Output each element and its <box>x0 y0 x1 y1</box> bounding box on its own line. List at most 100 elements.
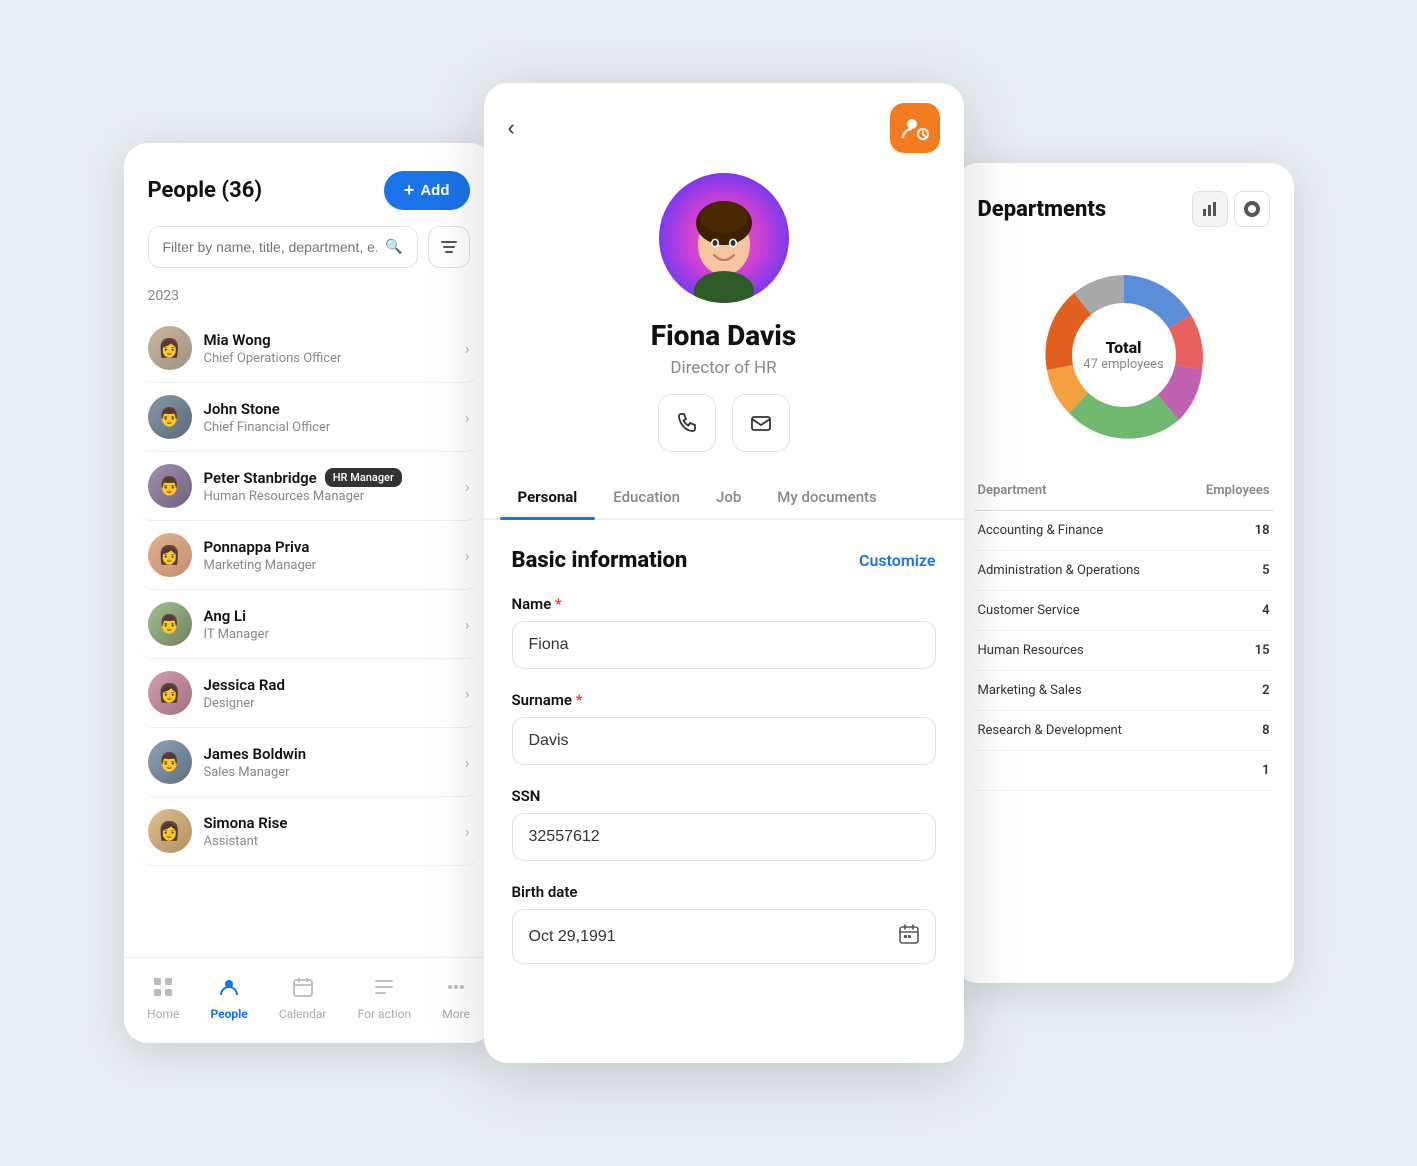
tab-personal[interactable]: Personal <box>500 476 596 518</box>
person-info: James Boldwin Sales Manager <box>204 745 453 780</box>
year-label: 2023 <box>124 284 494 314</box>
list-item[interactable]: 👩 Ponnappa Priva Marketing Manager › <box>140 521 478 590</box>
col-header-department: Department <box>978 483 1047 498</box>
email-button[interactable] <box>732 394 790 452</box>
person-title: Human Resources Manager <box>204 489 453 504</box>
add-button[interactable]: + Add <box>384 171 470 210</box>
profile-header: ‹ <box>484 83 964 163</box>
table-row[interactable]: Accounting & Finance 18 <box>974 511 1274 551</box>
dept-name: Accounting & Finance <box>978 523 1255 538</box>
dept-count: 5 <box>1262 563 1269 578</box>
nav-item-for-action[interactable]: For action <box>346 972 424 1025</box>
calendar-picker-icon[interactable] <box>899 924 919 949</box>
total-employees: 47 employees <box>1083 357 1163 372</box>
bottom-navigation: Home People Calendar For action <box>124 957 494 1043</box>
avatar: 👩 <box>148 326 192 370</box>
search-input[interactable] <box>163 239 378 255</box>
table-row[interactable]: Marketing & Sales 2 <box>974 671 1274 711</box>
departments-panel: Departments <box>954 163 1294 983</box>
list-item[interactable]: 👨 Peter Stanbridge HR Manager Human Reso… <box>140 452 478 521</box>
hr-badge: HR Manager <box>325 468 402 487</box>
dept-count: 8 <box>1262 723 1269 738</box>
panel-title: People (36) <box>148 178 263 203</box>
avatar: 👨 <box>148 740 192 784</box>
person-title: Sales Manager <box>204 765 453 780</box>
donut-chart-section: Total 47 employees <box>954 239 1294 475</box>
person-title: Chief Financial Officer <box>204 420 453 435</box>
nav-label-calendar: Calendar <box>279 1007 327 1021</box>
departments-header: Departments <box>954 163 1294 239</box>
tab-job[interactable]: Job <box>698 476 759 518</box>
dept-count: 4 <box>1262 603 1269 618</box>
nav-item-more[interactable]: More <box>430 972 482 1025</box>
more-icon <box>445 976 467 1003</box>
person-name: Ang Li <box>204 607 453 625</box>
chevron-right-icon: › <box>465 615 470 634</box>
nav-item-calendar[interactable]: Calendar <box>267 972 339 1025</box>
birth-date-input[interactable] <box>529 928 899 946</box>
chevron-right-icon: › <box>465 339 470 358</box>
table-row[interactable]: Human Resources 15 <box>974 631 1274 671</box>
nav-label-for-action: For action <box>358 1007 412 1021</box>
dept-count: 2 <box>1262 683 1269 698</box>
list-item[interactable]: 👩 Simona Rise Assistant › <box>140 797 478 866</box>
list-item[interactable]: 👨 John Stone Chief Financial Officer › <box>140 383 478 452</box>
filter-icon <box>441 241 457 253</box>
col-header-employees: Employees <box>1206 483 1270 498</box>
chevron-right-icon: › <box>465 477 470 496</box>
field-input-birth-date[interactable] <box>512 909 936 964</box>
field-label-surname: Surname * <box>512 691 936 709</box>
search-box[interactable]: 🔍 <box>148 226 418 268</box>
field-input-surname[interactable] <box>512 717 936 765</box>
nav-label-home: Home <box>147 1007 179 1021</box>
person-name: John Stone <box>204 400 453 418</box>
people-icon <box>218 976 240 1003</box>
name-input[interactable] <box>529 636 919 654</box>
table-row[interactable]: Research & Development 8 <box>974 711 1274 751</box>
profile-name: Fiona Davis <box>484 319 964 352</box>
filter-button[interactable] <box>428 226 470 268</box>
field-name: Name * <box>512 595 936 669</box>
table-row[interactable]: Administration & Operations 5 <box>974 551 1274 591</box>
ssn-input[interactable] <box>529 828 919 846</box>
table-row[interactable]: Customer Service 4 <box>974 591 1274 631</box>
phone-icon <box>676 412 698 434</box>
chevron-right-icon: › <box>465 684 470 703</box>
action-button[interactable] <box>890 103 940 153</box>
phone-button[interactable] <box>658 394 716 452</box>
field-input-name[interactable] <box>512 621 936 669</box>
table-row[interactable]: 1 <box>974 751 1274 791</box>
avatar: 👩 <box>148 533 192 577</box>
dept-count: 15 <box>1255 643 1270 658</box>
list-item[interactable]: 👨 Ang Li IT Manager › <box>140 590 478 659</box>
chevron-right-icon: › <box>465 408 470 427</box>
list-item[interactable]: 👩 Mia Wong Chief Operations Officer › <box>140 314 478 383</box>
list-item[interactable]: 👨 James Boldwin Sales Manager › <box>140 728 478 797</box>
person-title: Designer <box>204 696 453 711</box>
avatar-illustration <box>659 173 789 303</box>
customize-link[interactable]: Customize <box>859 551 935 570</box>
people-list: 👩 Mia Wong Chief Operations Officer › 👨 … <box>124 314 494 957</box>
chart-toggle <box>1192 191 1270 227</box>
chevron-right-icon: › <box>465 822 470 841</box>
tab-my-documents[interactable]: My documents <box>759 476 895 518</box>
person-name: Simona Rise <box>204 814 453 832</box>
profile-avatar <box>659 173 789 303</box>
total-label: Total <box>1083 338 1163 357</box>
person-name: Ponnappa Priva <box>204 538 453 556</box>
profile-avatar-section <box>484 163 964 319</box>
surname-input[interactable] <box>529 732 919 750</box>
chevron-right-icon: › <box>465 546 470 565</box>
nav-item-people[interactable]: People <box>198 972 259 1025</box>
profile-body: Basic information Customize Name * Surna… <box>484 520 964 1063</box>
field-input-ssn[interactable] <box>512 813 936 861</box>
person-info: Peter Stanbridge HR Manager Human Resour… <box>204 468 453 504</box>
field-birth-date: Birth date <box>512 883 936 964</box>
donut-chart-toggle[interactable] <box>1234 191 1270 227</box>
list-item[interactable]: 👩 Jessica Rad Designer › <box>140 659 478 728</box>
tab-education[interactable]: Education <box>595 476 698 518</box>
field-surname: Surname * <box>512 691 936 765</box>
bar-chart-toggle[interactable] <box>1192 191 1228 227</box>
back-button[interactable]: ‹ <box>508 115 515 141</box>
nav-item-home[interactable]: Home <box>135 972 191 1025</box>
